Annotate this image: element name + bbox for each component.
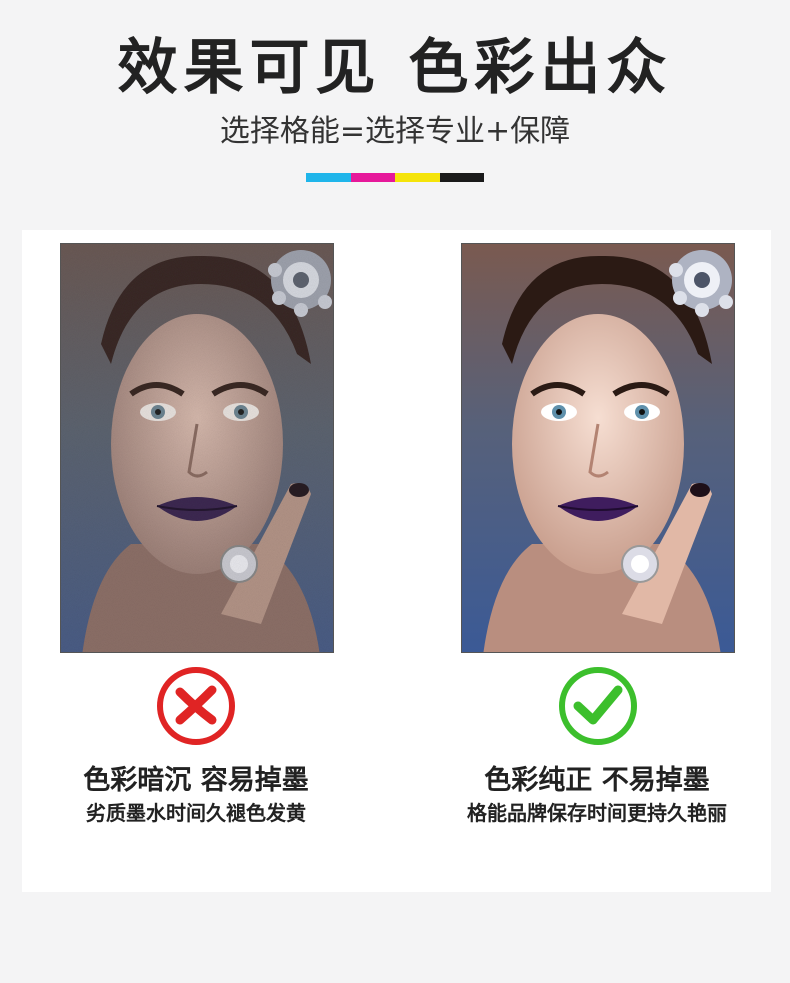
yellow-swatch <box>395 173 440 182</box>
page-title: 效果可见 色彩出众 <box>117 33 673 103</box>
check-circle-icon <box>556 664 640 748</box>
cyan-swatch <box>306 173 351 182</box>
page-subtitle: 选择格能=选择专业+保障 <box>219 114 571 149</box>
bad-headline: 色彩暗沉 容易掉墨 <box>83 765 309 796</box>
quality-print-photo <box>461 243 735 653</box>
bad-detail: 劣质墨水时间久褪色发黄 <box>86 801 306 825</box>
good-headline: 色彩纯正 不易掉墨 <box>484 765 710 796</box>
poor-print-photo <box>60 243 334 653</box>
cross-circle-icon <box>154 664 238 748</box>
black-swatch <box>439 173 484 182</box>
magenta-swatch <box>350 173 395 182</box>
comparison-panel: 色彩暗沉 容易掉墨 劣质墨水时间久褪色发黄 色彩纯正 不易掉墨 格能品牌保存时间… <box>22 230 771 892</box>
cmyk-color-bar <box>306 173 484 182</box>
good-detail: 格能品牌保存时间更持久艳丽 <box>467 801 727 825</box>
